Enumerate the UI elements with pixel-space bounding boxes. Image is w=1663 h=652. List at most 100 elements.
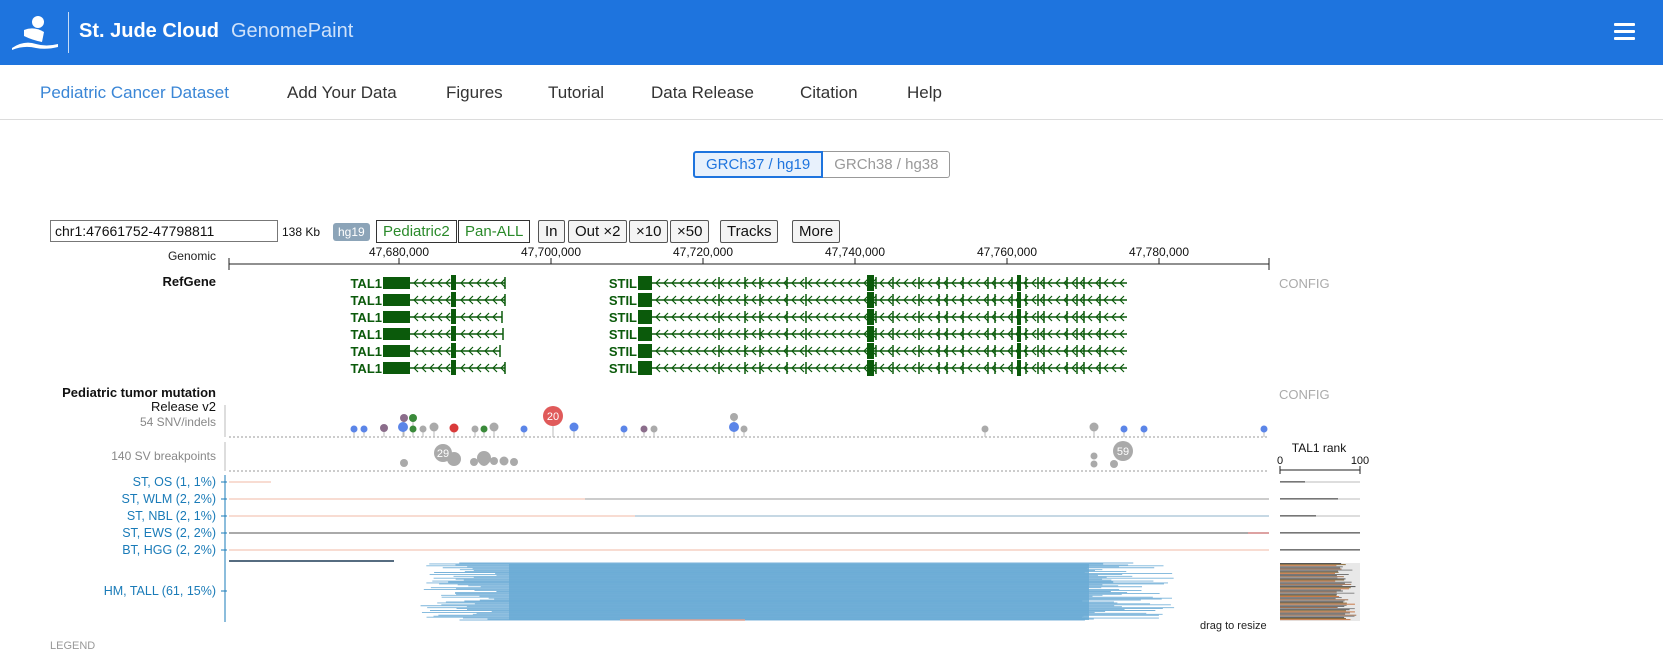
snv-mutation-dot[interactable] bbox=[981, 425, 989, 433]
ruler-tick-label: 47,760,000 bbox=[977, 245, 1037, 259]
snv-mutation-dot[interactable] bbox=[400, 414, 408, 422]
rank-bar bbox=[1280, 532, 1360, 534]
snv-mutation-dot[interactable] bbox=[480, 425, 488, 433]
rank-max: 100 bbox=[1351, 455, 1369, 467]
gene-name-label: STIL bbox=[609, 361, 637, 376]
gene-name-label: TAL1 bbox=[350, 344, 382, 359]
gene-model-tal1[interactable]: TAL1 bbox=[350, 360, 506, 376]
gene-model-stil[interactable]: STIL bbox=[609, 292, 1127, 308]
sv-cluster-count: 59 bbox=[1117, 446, 1129, 458]
gene-name-label: TAL1 bbox=[350, 310, 382, 325]
snv-lollipop-track[interactable]: 20 bbox=[224, 405, 1269, 438]
rank-bar bbox=[1280, 575, 1337, 577]
sv-breakpoint-dot[interactable] bbox=[1110, 460, 1118, 468]
sv-breakpoint-dot[interactable] bbox=[1090, 452, 1098, 460]
sample-group-label[interactable]: BT, HGG (2, 2%) bbox=[122, 543, 216, 557]
snv-mutation-dot[interactable] bbox=[471, 425, 479, 433]
rank-title: TAL1 rank bbox=[1292, 441, 1347, 455]
snv-mutation-dot[interactable] bbox=[380, 424, 388, 432]
gene-name-label: STIL bbox=[609, 327, 637, 342]
gene-model-tal1[interactable]: TAL1 bbox=[350, 326, 504, 342]
sample-group-label[interactable]: ST, NBL (2, 1%) bbox=[127, 509, 216, 523]
rank-bar bbox=[1280, 608, 1355, 610]
drag-to-resize-handle[interactable]: drag to resize bbox=[1200, 620, 1267, 632]
snv-mutation-dot[interactable] bbox=[398, 422, 408, 432]
rank-bar bbox=[1280, 601, 1344, 603]
sv-cluster-count: 29 bbox=[437, 448, 449, 460]
rank-bar bbox=[1280, 572, 1336, 574]
gene-name-label: TAL1 bbox=[350, 276, 382, 291]
rank-bar bbox=[1280, 604, 1347, 606]
rank-bar bbox=[1280, 602, 1347, 604]
sv-breakpoint-dot[interactable] bbox=[400, 459, 408, 467]
snv-mutation-dot[interactable] bbox=[429, 422, 439, 432]
ruler-tick-label: 47,720,000 bbox=[673, 245, 733, 259]
gene-model-stil[interactable]: STIL bbox=[609, 275, 1127, 291]
snv-mutation-dot[interactable] bbox=[1140, 425, 1148, 433]
tall-expression-block[interactable] bbox=[509, 564, 1089, 620]
rank-bar bbox=[1280, 571, 1339, 573]
mutation-track-title: Pediatric tumor mutation bbox=[62, 385, 216, 400]
gene-model-tal1[interactable]: TAL1 bbox=[350, 275, 506, 291]
rank-bar bbox=[1280, 618, 1346, 619]
snv-mutation-dot[interactable] bbox=[650, 425, 658, 433]
sv-breakpoint-dot[interactable] bbox=[510, 458, 518, 466]
sample-expression-track[interactable]: ST, OS (1, 1%) ST, WLM (2, 2%) ST, NBL (2,… bbox=[104, 475, 1269, 622]
snv-mutation-dot[interactable] bbox=[569, 422, 579, 432]
rank-bar bbox=[1280, 587, 1351, 589]
snv-hotspot-count: 20 bbox=[547, 411, 559, 423]
rank-bar bbox=[1280, 583, 1352, 585]
rank-bar bbox=[1280, 590, 1343, 592]
sample-group-label[interactable]: ST, EWS (2, 2%) bbox=[122, 526, 216, 540]
snv-mutation-dot[interactable] bbox=[1120, 425, 1128, 433]
gene-name-label: STIL bbox=[609, 310, 637, 325]
snv-mutation-dot[interactable] bbox=[1260, 425, 1268, 433]
gene-model-tal1[interactable]: TAL1 bbox=[350, 343, 501, 359]
snv-mutation-dot[interactable] bbox=[360, 425, 368, 433]
snv-mutation-dot[interactable] bbox=[520, 425, 528, 433]
rank-bar bbox=[1280, 598, 1336, 600]
sv-breakpoint-dot[interactable] bbox=[499, 456, 509, 466]
snv-mutation-dot[interactable] bbox=[409, 425, 417, 433]
rank-bar bbox=[1280, 612, 1350, 614]
snv-mutation-dot[interactable] bbox=[350, 425, 358, 433]
gene-model-tal1[interactable]: TAL1 bbox=[350, 309, 503, 325]
snv-mutation-dot[interactable] bbox=[449, 423, 459, 433]
rank-bar bbox=[1280, 596, 1340, 597]
sv-breakpoint-dot[interactable] bbox=[1090, 460, 1098, 468]
snv-mutation-dot[interactable] bbox=[620, 425, 628, 433]
gene-name-label: STIL bbox=[609, 276, 637, 291]
snv-mutation-dot[interactable] bbox=[740, 425, 748, 433]
sv-breakpoint-dot[interactable] bbox=[477, 451, 491, 465]
rank-bar bbox=[1280, 574, 1349, 575]
snv-mutation-dot[interactable] bbox=[419, 425, 427, 433]
snv-mutation-dot[interactable] bbox=[640, 425, 648, 433]
sv-breakpoint-track[interactable]: 29 59 bbox=[224, 441, 1269, 472]
gene-model-tal1[interactable]: TAL1 bbox=[350, 292, 506, 308]
rank-bar bbox=[1280, 594, 1337, 596]
rank-bar bbox=[1280, 599, 1349, 601]
mutation-config-button[interactable]: CONFIG bbox=[1279, 387, 1330, 402]
gene-model-stil[interactable]: STIL bbox=[609, 309, 1127, 325]
snv-mutation-dot[interactable] bbox=[730, 413, 738, 421]
rank-bar bbox=[1280, 592, 1355, 594]
refgene-track[interactable]: TAL1 TAL1 TAL1 TAL1 TAL1 TAL1 STIL STIL STIL STIL… bbox=[350, 275, 1127, 376]
sample-group-label[interactable]: ST, WLM (2, 2%) bbox=[122, 492, 216, 506]
gene-model-stil[interactable]: STIL bbox=[609, 360, 1127, 376]
rank-bar bbox=[1280, 567, 1341, 569]
rank-bar bbox=[1280, 609, 1350, 611]
snv-mutation-dot[interactable] bbox=[409, 414, 417, 422]
gene-model-stil[interactable]: STIL bbox=[609, 326, 1127, 342]
snv-mutation-dot[interactable] bbox=[1089, 422, 1099, 432]
legend-toggle[interactable]: LEGEND bbox=[50, 640, 95, 652]
sample-group-label[interactable]: HM, TALL (61, 15%) bbox=[104, 584, 216, 598]
sv-breakpoint-dot[interactable] bbox=[490, 457, 498, 465]
ruler-tick-label: 47,780,000 bbox=[1129, 245, 1189, 259]
sv-breakpoint-dot[interactable] bbox=[470, 458, 478, 466]
ruler-tick-label: 47,680,000 bbox=[369, 245, 429, 259]
gene-model-stil[interactable]: STIL bbox=[609, 343, 1127, 359]
sample-group-label[interactable]: ST, OS (1, 1%) bbox=[133, 475, 216, 489]
refgene-config-button[interactable]: CONFIG bbox=[1279, 276, 1330, 291]
snv-mutation-dot[interactable] bbox=[489, 422, 499, 432]
snv-mutation-dot[interactable] bbox=[729, 422, 739, 432]
